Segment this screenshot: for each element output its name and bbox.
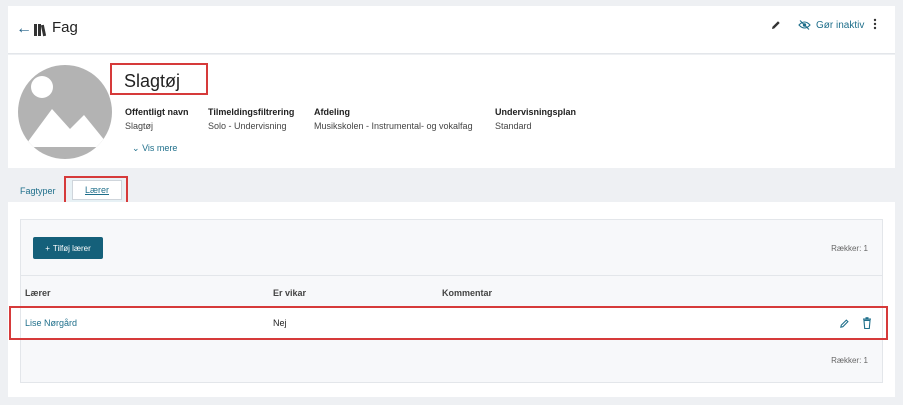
more-menu-icon[interactable] [872, 17, 878, 31]
show-more-link[interactable]: ⌄ Vis mere [132, 143, 177, 154]
top-bar: ← Fag Gør inaktiv [8, 6, 895, 54]
plus-icon: + [45, 243, 50, 253]
header-divider [21, 275, 882, 276]
chevron-down-icon: ⌄ [132, 143, 140, 153]
teaching-plan-value: Standard [495, 121, 532, 131]
books-icon [34, 24, 47, 37]
pencil-icon[interactable] [770, 19, 782, 31]
add-teacher-label: Tilføj lærer [52, 243, 91, 253]
add-teacher-button[interactable]: + Tilføj lærer [33, 237, 103, 259]
department-value: Musikskolen - Instrumental- og vokalfag [314, 121, 473, 131]
image-placeholder-icon [24, 76, 110, 147]
subject-name: Slagtøj [124, 71, 181, 91]
tab-fagtyper[interactable]: Fagtyper [20, 186, 56, 196]
tab-bar: Fagtyper Lærer [8, 176, 895, 205]
enrollment-filter-label: Tilmeldingsfiltrering [208, 107, 295, 117]
column-header-teacher[interactable]: Lærer [25, 288, 51, 298]
row-highlight [9, 306, 888, 340]
profile-card: Slagtøj Offentligt navn Slagtøj Tilmeldi… [8, 55, 895, 168]
public-name-label: Offentligt navn [125, 107, 189, 117]
avatar [18, 65, 112, 159]
eye-slash-icon [798, 20, 811, 30]
teachers-panel: + Tilføj lærer Rækker: 1 Lærer Er vikar … [8, 202, 895, 397]
make-inactive-label: Gør inaktiv [816, 19, 865, 31]
tab-laerer[interactable]: Lærer [72, 180, 122, 200]
teaching-plan-label: Undervisningsplan [495, 107, 577, 117]
make-inactive-button[interactable]: Gør inaktiv [798, 16, 864, 34]
column-header-substitute[interactable]: Er vikar [273, 288, 306, 298]
public-name-value: Slagtøj [125, 121, 154, 131]
teachers-table: + Tilføj lærer Rækker: 1 Lærer Er vikar … [9, 219, 888, 383]
show-more-label: Vis mere [142, 143, 178, 153]
row-count-bottom: Rækker: 1 [831, 356, 868, 365]
column-header-comment[interactable]: Kommentar [442, 288, 492, 298]
department-label: Afdeling [314, 107, 350, 117]
page-title: Fag [52, 19, 78, 36]
enrollment-filter-value: Solo - Undervisning [208, 121, 287, 131]
row-count-top: Rækker: 1 [831, 244, 868, 253]
back-arrow-icon[interactable]: ← [16, 20, 32, 38]
